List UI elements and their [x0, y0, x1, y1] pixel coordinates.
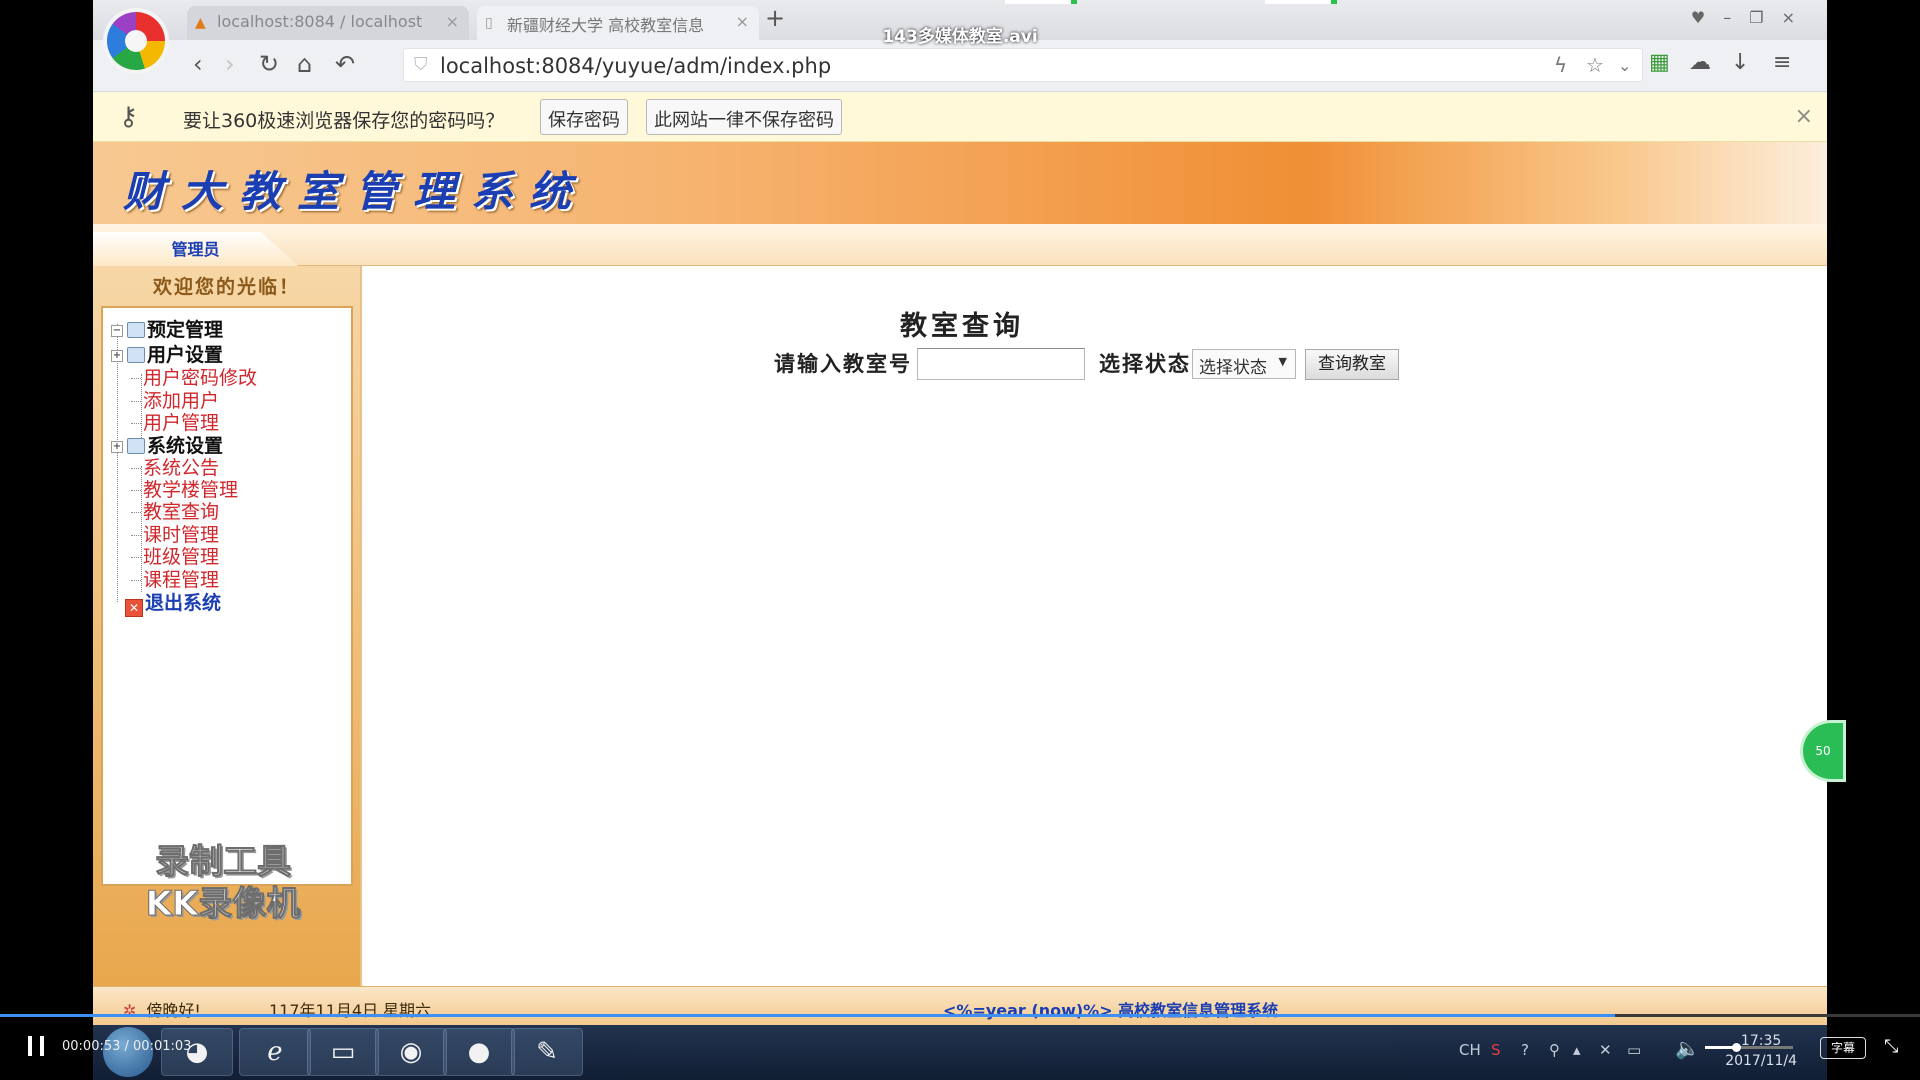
home-icon[interactable]: ⌂: [297, 50, 312, 78]
shield-icon: ⛉: [414, 54, 428, 75]
browser-logo-icon[interactable]: [107, 12, 165, 70]
address-bar[interactable]: ⛉ localhost:8084/yuyue/adm/index.php ϟ ☆…: [403, 48, 1643, 82]
watermark-line: 录制工具: [155, 842, 292, 883]
status-selected-value: 选择状态: [1199, 358, 1267, 378]
watermark-line: KK录像机: [145, 884, 301, 925]
room-number-input[interactable]: [917, 348, 1085, 380]
menu-label: 预定管理: [147, 319, 224, 341]
menu-label: 用户设置: [147, 344, 224, 366]
folder-icon: [127, 322, 145, 338]
apps-icon[interactable]: ▦: [1649, 50, 1670, 75]
close-icon[interactable]: ×: [736, 12, 749, 31]
exit-icon: ✕: [125, 599, 143, 617]
folder-icon: [127, 347, 145, 363]
menu-item-announcement[interactable]: 系统公告: [130, 456, 219, 480]
browser-toolbar: ‹ › ↻ ⌂ ↶ ⛉ localhost:8084/yuyue/adm/ind…: [93, 40, 1827, 92]
star-icon[interactable]: ☆: [1586, 53, 1604, 77]
recorder-watermark: 录制工具 KK录像机: [123, 841, 323, 925]
tab-phpmyadmin[interactable]: ▲ localhost:8084 / localhost ×: [187, 6, 469, 40]
key-icon: ⚷: [119, 102, 139, 132]
browser-window: ▲ localhost:8084 / localhost × ▯ 新疆财经大学 …: [93, 0, 1827, 1025]
query-classroom-button[interactable]: 查询教室: [1305, 349, 1399, 380]
close-icon[interactable]: ×: [446, 12, 459, 31]
phpmyadmin-icon: ▲: [195, 15, 206, 31]
dropdown-arrow-icon: ▼: [1278, 355, 1287, 368]
video-title: 143多媒体教室.avi: [882, 27, 1038, 47]
never-save-password-button[interactable]: 此网站一律不保存密码: [646, 99, 842, 135]
menu-item-classroom-query[interactable]: 教室查询: [130, 500, 220, 524]
player-controls: 00:00:53 / 00:01:03: [0, 1017, 1920, 1080]
room-number-label: 请输入教室号: [774, 352, 912, 376]
window-controls[interactable]: ♥–❐×: [1691, 8, 1813, 27]
status-select[interactable]: 选择状态 ▼: [1192, 349, 1296, 379]
site-header: 财大教室管理系统: [93, 142, 1827, 224]
subtitle-button[interactable]: 字幕: [1820, 1037, 1866, 1059]
menu-logout[interactable]: ✕ 退出系统: [125, 591, 222, 617]
video-overlay-bar: [1005, 0, 1077, 4]
main-content: 教室查询 请输入教室号 选择状态 选择状态 ▼ 查询教室: [360, 266, 1827, 986]
page-title: 教室查询: [900, 311, 1024, 342]
expand-icon[interactable]: +: [111, 441, 123, 453]
role-bar: 管理员: [93, 224, 1827, 266]
menu-label: 退出系统: [145, 592, 222, 614]
video-overlay-bar: [1265, 0, 1337, 4]
menu-user-settings[interactable]: + 用户设置: [111, 343, 223, 367]
page-icon: ▯: [485, 15, 493, 31]
expand-icon[interactable]: +: [111, 350, 123, 362]
url-text[interactable]: localhost:8084/yuyue/adm/index.php: [440, 54, 831, 78]
reload-icon[interactable]: ↻: [259, 50, 279, 78]
chevron-down-icon[interactable]: ⌄: [1618, 56, 1631, 75]
welcome-text: 欢迎您的光临！: [152, 276, 300, 298]
folder-icon: [127, 438, 145, 454]
status-label: 选择状态: [1099, 352, 1191, 376]
menu-icon[interactable]: ≡: [1773, 50, 1791, 75]
menu-item-user-management[interactable]: 用户管理: [130, 411, 219, 435]
site-title: 财大教室管理系统: [123, 167, 588, 216]
role-tab: 管理员: [93, 232, 298, 266]
sidebar: 欢迎您的光临！ − 预定管理 + 用户设置 用户密码修改 添加用户 用户管理 + 系统…: [93, 266, 360, 986]
save-password-message: 要让360极速浏览器保存您的密码吗？: [183, 110, 505, 132]
menu-reserve[interactable]: − 预定管理: [111, 318, 223, 342]
menu-item-change-password[interactable]: 用户密码修改: [130, 366, 257, 390]
forward-icon[interactable]: ›: [225, 50, 235, 78]
menu-label: 系统设置: [147, 435, 224, 457]
pause-button[interactable]: [26, 1036, 46, 1056]
new-tab-button[interactable]: +: [765, 4, 785, 32]
menu-item-class-management[interactable]: 班级管理: [130, 545, 219, 569]
lightning-icon[interactable]: ϟ: [1554, 53, 1567, 77]
tab-classroom-system[interactable]: ▯ 新疆财经大学 高校教室信息 ×: [477, 6, 759, 40]
back-icon[interactable]: ‹: [193, 50, 203, 78]
menu-item-period-management[interactable]: 课时管理: [130, 523, 219, 547]
save-password-bar: ⚷ 要让360极速浏览器保存您的密码吗？ 保存密码 此网站一律不保存密码 ×: [93, 92, 1827, 142]
collapse-icon[interactable]: −: [111, 325, 123, 337]
menu-item-course-management[interactable]: 课程管理: [130, 568, 219, 592]
tree-line: [141, 466, 142, 592]
save-password-button[interactable]: 保存密码: [540, 99, 628, 135]
menu-tree: − 预定管理 + 用户设置 用户密码修改 添加用户 用户管理 + 系统设置 系统公告 …: [101, 306, 353, 886]
undo-icon[interactable]: ↶: [335, 50, 355, 78]
playback-time: 00:00:53 / 00:01:03: [62, 1039, 192, 1054]
tab-label: localhost:8084 / localhost: [217, 12, 423, 31]
volume-knob[interactable]: [1731, 1043, 1741, 1052]
volume-slider[interactable]: [1705, 1043, 1793, 1052]
download-icon[interactable]: ↓: [1731, 50, 1749, 75]
menu-system-settings[interactable]: + 系统设置: [111, 434, 223, 458]
volume-icon[interactable]: 🔈: [1675, 1036, 1700, 1060]
video-player: ▲ localhost:8084 / localhost × ▯ 新疆财经大学 …: [0, 0, 1920, 1080]
menu-item-building-management[interactable]: 教学楼管理: [130, 478, 238, 502]
cloud-icon[interactable]: ☁: [1689, 50, 1711, 75]
exit-fullscreen-icon[interactable]: ⤡: [1884, 1036, 1898, 1057]
menu-item-add-user[interactable]: 添加用户: [130, 389, 219, 413]
tab-label: 新疆财经大学 高校教室信息: [507, 16, 705, 35]
close-icon[interactable]: ×: [1795, 104, 1813, 129]
